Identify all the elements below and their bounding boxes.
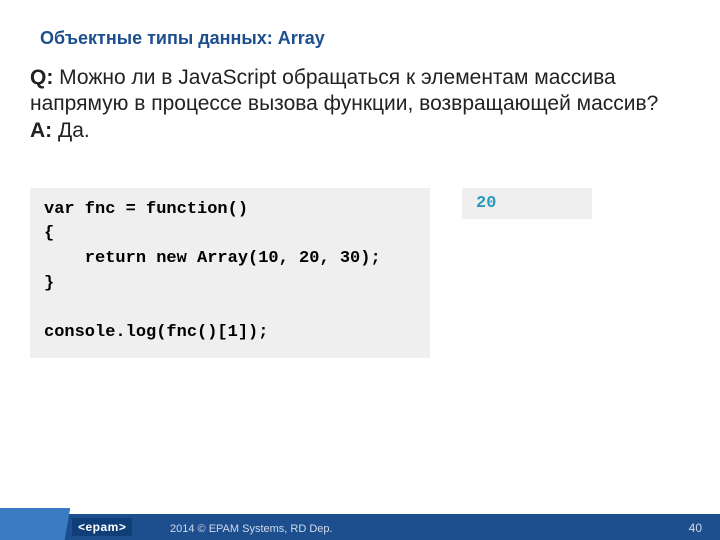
question-line: Q: Можно ли в JavaScript обращаться к эл…	[30, 65, 680, 118]
a-text: Да.	[52, 119, 90, 142]
content-row: var fnc = function() { return new Array(…	[0, 144, 720, 358]
footer-copyright: 2014 © EPAM Systems, RD Dep.	[170, 523, 333, 535]
q-label: Q:	[30, 66, 53, 89]
answer-line: A: Да.	[30, 118, 680, 144]
qa-block: Q: Можно ли в JavaScript обращаться к эл…	[0, 49, 720, 144]
slide: Объектные типы данных: Array Q: Можно ли…	[0, 0, 720, 540]
code-block: var fnc = function() { return new Array(…	[30, 188, 430, 358]
output-block: 20	[462, 188, 592, 219]
slide-title: Объектные типы данных: Array	[0, 0, 720, 49]
q-text: Можно ли в JavaScript обращаться к элеме…	[30, 66, 658, 115]
page-number: 40	[689, 521, 702, 535]
a-label: A:	[30, 119, 52, 142]
logo-badge: <epam>	[72, 518, 132, 536]
footer-bar: <epam> 2014 © EPAM Systems, RD Dep. 40	[0, 514, 720, 540]
